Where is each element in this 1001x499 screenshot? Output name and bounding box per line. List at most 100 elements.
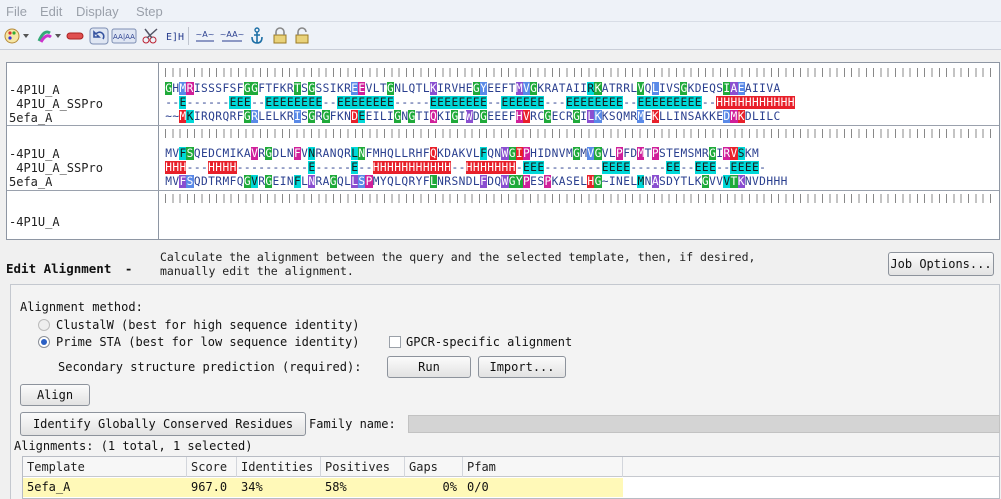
residue[interactable]: E [308, 161, 316, 174]
residue[interactable]: Y [415, 175, 423, 188]
menu-edit[interactable]: Edit [40, 4, 62, 19]
residue[interactable]: E [315, 96, 323, 109]
residue[interactable]: I [330, 82, 337, 95]
residue[interactable]: - [237, 161, 244, 174]
residue[interactable]: L [373, 82, 380, 95]
residue[interactable]: H [501, 161, 509, 174]
undo-icon[interactable] [88, 26, 110, 46]
residue[interactable]: V [602, 147, 609, 160]
residue[interactable]: E [529, 161, 538, 174]
residue[interactable]: H [587, 175, 595, 188]
menu-display[interactable]: Display [76, 4, 119, 19]
residue[interactable]: - [423, 96, 430, 109]
sequence-name-query[interactable]: -4P1U_A [9, 147, 60, 161]
residue[interactable]: H [207, 161, 216, 174]
residue[interactable]: - [487, 96, 494, 109]
residue[interactable]: E [529, 96, 538, 109]
residue[interactable]: E [465, 96, 473, 109]
residue[interactable]: K [458, 147, 466, 160]
menu-file[interactable]: File [6, 4, 27, 19]
residue[interactable]: - [709, 96, 716, 109]
residue[interactable]: - [222, 96, 229, 109]
residue[interactable]: N [680, 110, 687, 123]
residue[interactable]: H [172, 161, 180, 174]
residue[interactable]: R [287, 110, 294, 123]
residue[interactable]: - [301, 161, 308, 174]
residue[interactable]: - [408, 96, 416, 109]
residue[interactable]: L [423, 82, 430, 95]
residue[interactable]: E [229, 96, 237, 109]
residue[interactable]: T [380, 82, 387, 95]
residue[interactable]: Y [673, 175, 680, 188]
residue[interactable]: I [515, 147, 523, 160]
residue[interactable]: D [272, 147, 280, 160]
residue[interactable]: R [215, 110, 222, 123]
residue[interactable]: N [401, 110, 408, 123]
residue[interactable]: - [759, 161, 766, 174]
residue[interactable]: R [344, 147, 351, 160]
residue[interactable]: D [723, 110, 731, 123]
residue[interactable]: - [287, 161, 294, 174]
residue[interactable]: E [687, 96, 695, 109]
residue[interactable]: - [702, 96, 709, 109]
residue[interactable]: R [408, 147, 416, 160]
residue[interactable]: M [515, 82, 523, 95]
residue[interactable]: - [623, 96, 630, 109]
residue[interactable]: I [458, 110, 466, 123]
residue[interactable]: S [687, 147, 695, 160]
residue[interactable]: - [322, 161, 330, 174]
ss-prediction-row[interactable]: HHH---HHHH----------E-----E--HHHHHHHHHHH… [165, 161, 766, 174]
column-header-gaps[interactable]: Gaps [405, 457, 463, 477]
residue[interactable]: K [651, 110, 659, 123]
residue[interactable]: L [580, 175, 587, 188]
residue[interactable]: - [594, 161, 602, 174]
residue[interactable]: N [551, 147, 559, 160]
residue[interactable]: M [179, 82, 187, 95]
residue[interactable]: D [759, 175, 766, 188]
residue[interactable]: - [394, 96, 401, 109]
residue[interactable]: H [780, 96, 788, 109]
residue[interactable]: I [580, 82, 587, 95]
residue[interactable]: L [766, 110, 773, 123]
residue[interactable]: E [351, 161, 359, 174]
residue[interactable]: - [516, 161, 523, 174]
residue[interactable]: L [473, 175, 480, 188]
residue[interactable]: M [373, 147, 380, 160]
residue[interactable]: E [501, 110, 509, 123]
residue[interactable]: D [695, 82, 702, 95]
residue[interactable]: E [515, 96, 523, 109]
residue[interactable]: H [758, 96, 767, 109]
residue[interactable]: A [322, 147, 330, 160]
residue[interactable]: N [644, 175, 652, 188]
residue[interactable]: T [509, 82, 516, 95]
residue[interactable]: T [415, 110, 423, 123]
residue[interactable]: H [458, 82, 466, 95]
residue[interactable]: V [723, 175, 731, 188]
residue[interactable]: Q [337, 175, 344, 188]
residue[interactable]: G [250, 82, 259, 95]
residue[interactable]: I [423, 110, 430, 123]
residue[interactable]: E [351, 82, 359, 95]
residue[interactable]: V [301, 147, 308, 160]
residue[interactable]: - [337, 161, 344, 174]
residue[interactable]: L [401, 147, 408, 160]
residue[interactable]: E [737, 161, 745, 174]
residue[interactable]: I [444, 110, 451, 123]
residue[interactable]: G [394, 110, 402, 123]
color-scheme-icon[interactable] [34, 26, 64, 46]
template-sequence-row[interactable]: ~~MKIRQRQRFGRLELKRISGRGFKNDEEILIGNGTIQKI… [165, 110, 780, 123]
residue[interactable]: E [458, 96, 466, 109]
residue[interactable]: M [680, 147, 687, 160]
residue[interactable]: R [623, 82, 630, 95]
residue[interactable]: R [616, 82, 623, 95]
scissors-icon[interactable] [140, 26, 162, 46]
residue[interactable]: - [544, 96, 551, 109]
residue[interactable]: E [573, 175, 580, 188]
residue[interactable]: K [337, 82, 344, 95]
residue[interactable]: K [551, 175, 559, 188]
residue[interactable]: - [716, 161, 723, 174]
residue[interactable]: - [280, 161, 287, 174]
identify-conserved-button[interactable]: Identify Globally Conserved Residues [20, 412, 306, 436]
residue[interactable]: E [751, 161, 759, 174]
residue[interactable]: M [637, 175, 645, 188]
